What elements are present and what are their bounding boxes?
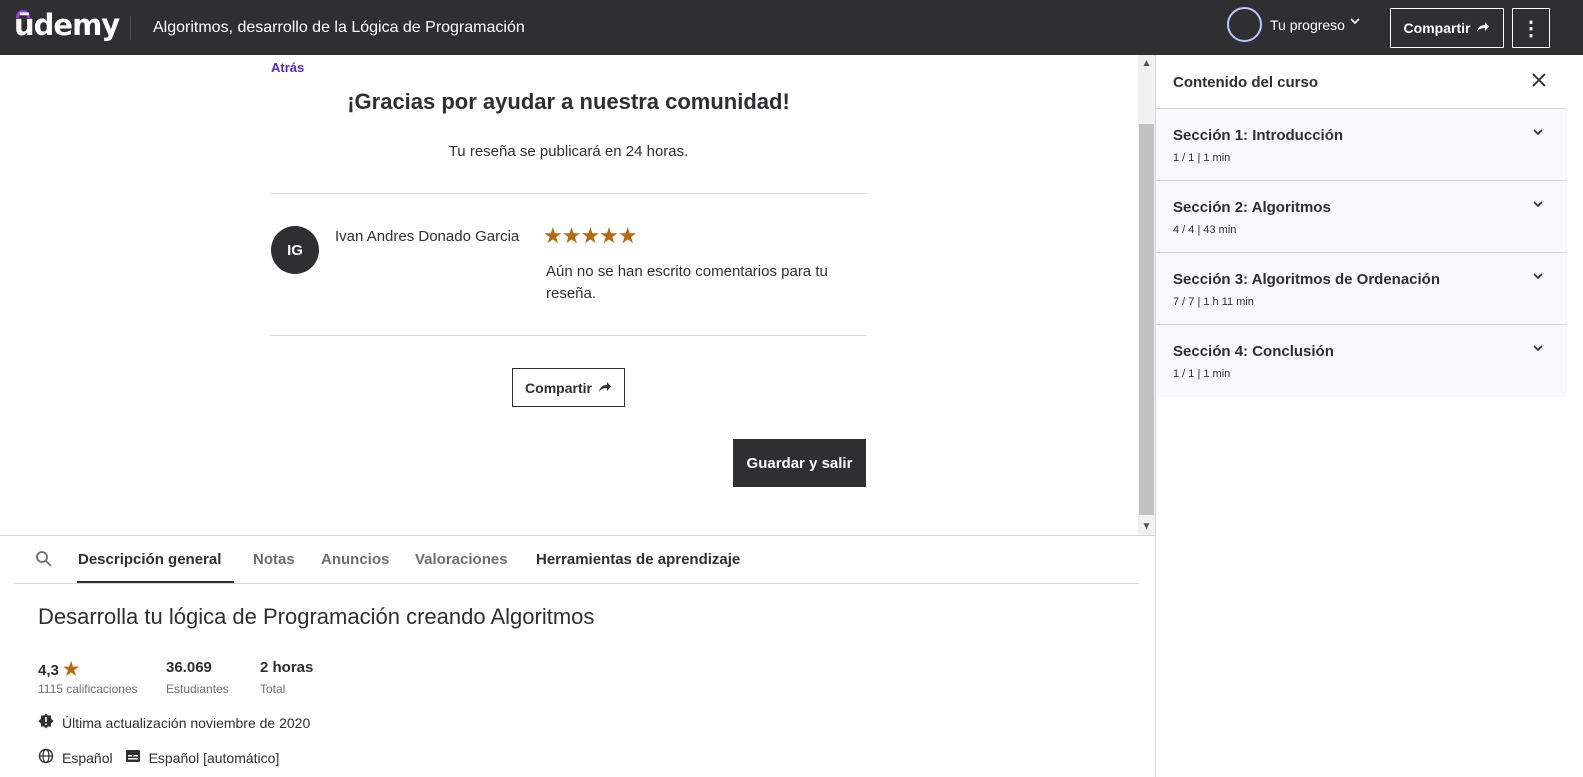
review-panel: Atrás ¡Gracias por ayudar a nuestra comu… <box>0 55 1138 535</box>
course-title[interactable]: Algoritmos, desarrollo de la Lógica de P… <box>153 19 525 37</box>
share-arrow-icon <box>598 380 612 396</box>
more-options-button[interactable]: ⋮ <box>1512 8 1550 48</box>
divider <box>271 193 866 194</box>
tabs-bar: Descripción general Notas Anuncios Valor… <box>15 536 1139 584</box>
reviewer-name: Ivan Andres Donado Garcia <box>335 228 520 245</box>
section-2[interactable]: Sección 2: Algoritmos 4 / 4 | 43 min <box>1156 181 1567 253</box>
save-exit-button[interactable]: Guardar y salir <box>733 439 866 487</box>
chevron-down-icon[interactable] <box>1532 269 1544 285</box>
close-icon[interactable] <box>1532 70 1546 93</box>
back-link[interactable]: Atrás <box>271 60 304 75</box>
captions-text: Español [automático] <box>148 749 280 766</box>
share-arrow-icon <box>1476 20 1490 36</box>
section-title: Sección 4: Conclusión <box>1173 343 1334 360</box>
share-review-label: Compartir <box>525 379 592 396</box>
active-tab-indicator <box>77 581 234 583</box>
last-updated: Última actualización noviembre de 2020 <box>38 713 310 732</box>
section-3[interactable]: Sección 3: Algoritmos de Ordenación 7 / … <box>1156 253 1567 325</box>
language-text: Español <box>62 749 113 766</box>
section-title: Sección 3: Algoritmos de Ordenación <box>1173 271 1440 288</box>
rating-value: 4,3 ★ <box>38 659 79 680</box>
language-row: Español Español [automático] <box>38 748 279 767</box>
progress-label[interactable]: Tu progreso <box>1270 17 1345 33</box>
thanks-heading: ¡Gracias por ayudar a nuestra comunidad! <box>347 89 790 114</box>
chevron-down-icon[interactable] <box>1532 341 1544 357</box>
section-1[interactable]: Sección 1: Introducción 1 / 1 | 1 min <box>1156 109 1567 181</box>
scrollbar[interactable]: ▲ ▼ <box>1138 55 1155 535</box>
overview-title: Desarrolla tu lógica de Programación cre… <box>38 604 595 629</box>
section-4[interactable]: Sección 4: Conclusión 1 / 1 | 1 min <box>1156 325 1567 397</box>
scroll-down-icon[interactable]: ▼ <box>1138 518 1155 535</box>
share-button[interactable]: Compartir <box>1390 8 1504 48</box>
duration-label: Total <box>260 682 286 696</box>
section-meta: 1 / 1 | 1 min <box>1173 368 1231 380</box>
scroll-thumb[interactable] <box>1139 124 1154 515</box>
progress-ring-icon[interactable] <box>1227 7 1262 42</box>
sidebar-title: Contenido del curso <box>1173 74 1319 91</box>
duration-value: 2 horas <box>260 659 314 676</box>
share-review-button[interactable]: Compartir <box>512 368 625 407</box>
rating-stars: ★★★★★ <box>543 223 638 248</box>
tab-reviews[interactable]: Valoraciones <box>415 551 508 568</box>
section-meta: 4 / 4 | 43 min <box>1173 224 1237 236</box>
captions-icon <box>125 749 141 766</box>
avatar: IG <box>271 226 319 274</box>
tab-overview[interactable]: Descripción general <box>78 551 221 568</box>
alert-badge-icon <box>38 713 54 732</box>
star-icon: ★ <box>63 659 80 679</box>
students-value: 36.069 <box>166 659 212 676</box>
udemy-logo[interactable]: ūdemy <box>14 8 120 42</box>
students-label: Estudiantes <box>166 682 229 696</box>
sidebar-header: Contenido del curso <box>1156 55 1567 109</box>
chevron-down-icon[interactable] <box>1349 14 1361 30</box>
course-content-sidebar: Contenido del curso Sección 1: Introducc… <box>1155 55 1567 777</box>
top-bar: ūdemy Algoritmos, desarrollo de la Lógic… <box>0 0 1583 55</box>
section-title: Sección 2: Algoritmos <box>1173 199 1331 216</box>
chevron-down-icon[interactable] <box>1532 197 1544 213</box>
section-meta: 1 / 1 | 1 min <box>1173 152 1231 164</box>
share-button-label: Compartir <box>1403 20 1471 36</box>
divider <box>271 335 866 336</box>
header-divider <box>130 16 131 40</box>
tab-notes[interactable]: Notas <box>253 551 295 568</box>
section-title: Sección 1: Introducción <box>1173 127 1344 144</box>
publish-note: Tu reseña se publicará en 24 horas. <box>448 143 689 160</box>
tab-learning-tools[interactable]: Herramientas de aprendizaje <box>536 551 740 568</box>
tab-announcements[interactable]: Anuncios <box>321 551 389 568</box>
globe-icon <box>38 748 54 767</box>
section-meta: 7 / 7 | 1 h 11 min <box>1173 296 1254 308</box>
last-updated-text: Última actualización noviembre de 2020 <box>62 714 311 731</box>
rating-number: 4,3 <box>38 662 59 679</box>
chevron-down-icon[interactable] <box>1532 125 1544 141</box>
search-icon[interactable] <box>35 550 53 568</box>
review-comment: Aún no se han escrito comentarios para t… <box>546 263 828 302</box>
scroll-up-icon[interactable]: ▲ <box>1138 55 1155 72</box>
rating-count: 1115 calificaciones <box>38 682 138 696</box>
